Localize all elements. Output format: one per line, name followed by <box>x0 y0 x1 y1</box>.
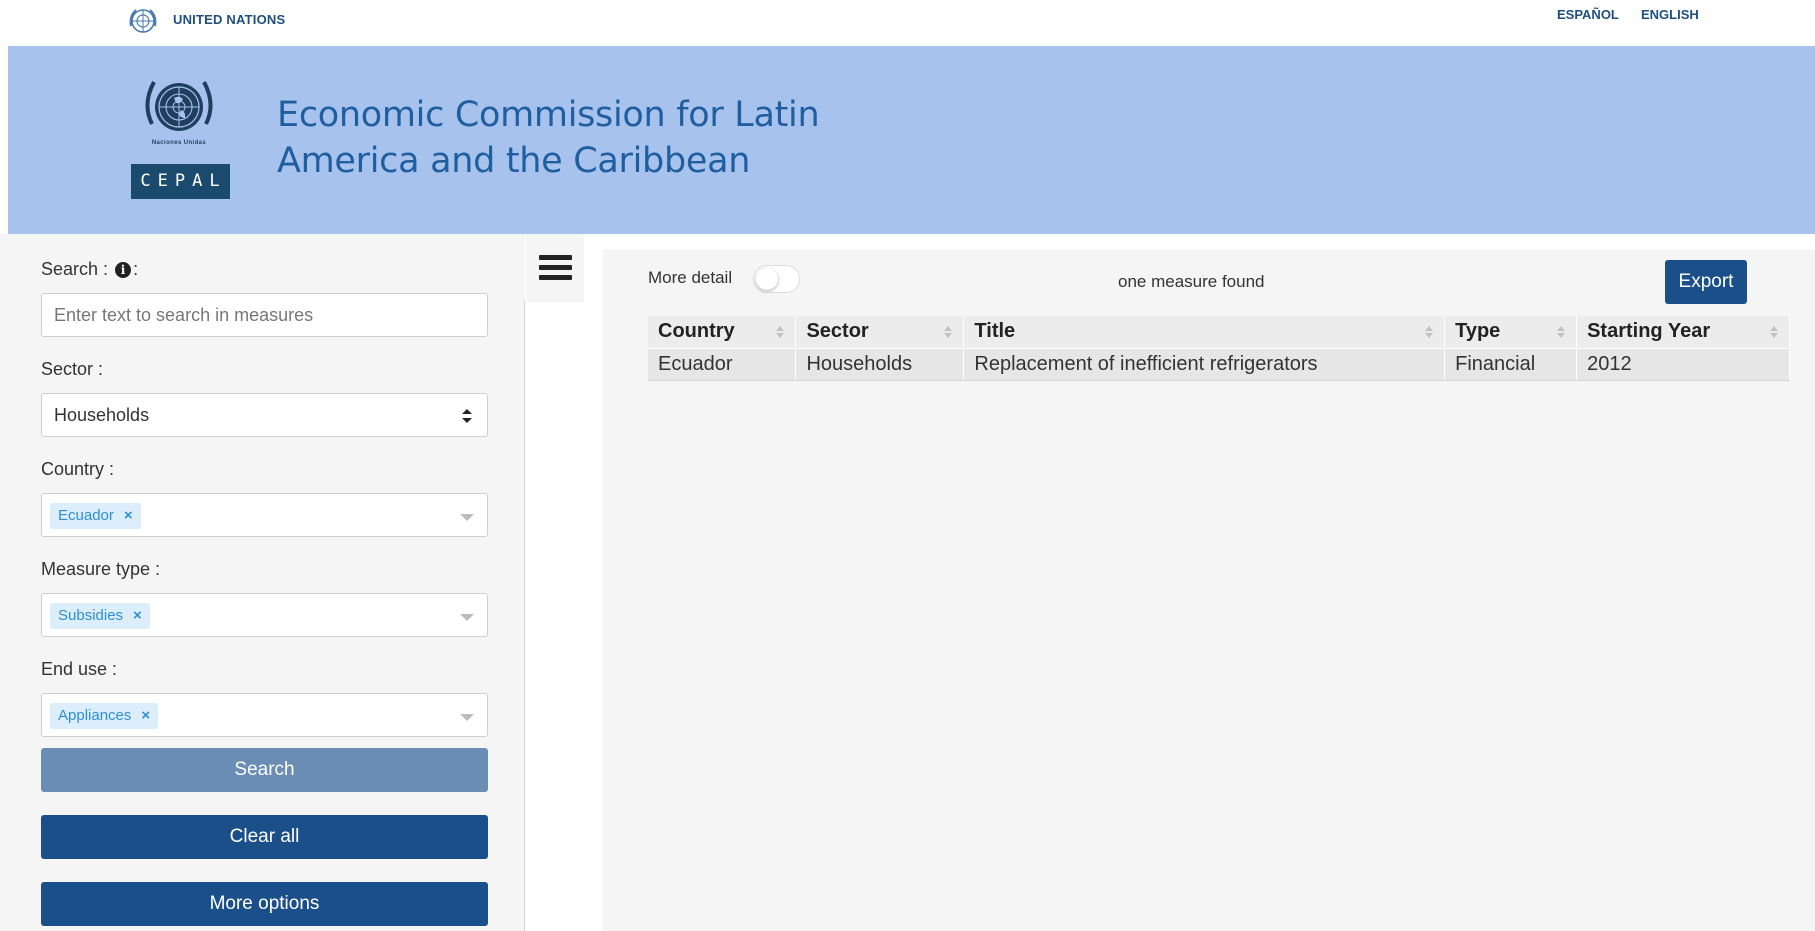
caret-down-icon[interactable] <box>460 714 474 721</box>
measure-type-label: Measure type : <box>41 559 161 579</box>
end-use-tag: Appliances × <box>50 703 159 729</box>
sort-icon[interactable] <box>775 324 785 340</box>
column-header-title[interactable]: Title <box>963 316 1446 348</box>
column-header-sector[interactable]: Sector <box>795 316 965 348</box>
table-header-row: Country Sector Title Type Starting Year <box>648 316 1790 348</box>
column-header-starting-year[interactable]: Starting Year <box>1576 316 1790 348</box>
cell-sector: Households <box>795 347 965 381</box>
page-title[interactable]: Economic Commission for Latin America an… <box>277 92 897 184</box>
result-count: one measure found <box>1118 272 1265 291</box>
end-use-multiselect[interactable]: Appliances × <box>41 693 488 737</box>
measure-type-multiselect[interactable]: Subsidies × <box>41 593 488 637</box>
more-detail-label: More detail <box>648 268 733 287</box>
cell-starting-year: 2012 <box>1576 347 1790 381</box>
column-header-country[interactable]: Country <box>648 316 797 348</box>
clear-all-button[interactable]: Clear all <box>41 815 488 859</box>
lang-english-link[interactable]: ENGLISH <box>1641 7 1699 22</box>
column-header-type[interactable]: Type <box>1444 316 1578 348</box>
un-emblem-icon <box>145 81 213 131</box>
country-multiselect[interactable]: Ecuador × <box>41 493 488 537</box>
hamburger-menu-icon[interactable] <box>539 255 572 281</box>
search-label: Search : i: <box>41 259 139 279</box>
sort-icon[interactable] <box>943 324 953 340</box>
un-emblem-icon <box>129 9 157 33</box>
cell-country: Ecuador <box>648 347 797 381</box>
remove-tag-icon[interactable]: × <box>124 503 133 529</box>
search-input[interactable] <box>42 294 487 336</box>
lang-espanol-link[interactable]: ESPAÑOL <box>1557 7 1619 22</box>
measure-type-tag: Subsidies × <box>50 603 150 629</box>
country-label: Country : <box>41 459 115 479</box>
toggle-knob <box>756 268 778 290</box>
remove-tag-icon[interactable]: × <box>133 603 142 629</box>
more-detail-toggle[interactable] <box>753 265 800 293</box>
sidebar-divider <box>524 300 525 931</box>
info-icon[interactable]: i <box>115 262 132 278</box>
more-options-button[interactable]: More options <box>41 882 488 926</box>
sector-select[interactable]: Households <box>41 393 488 437</box>
remove-tag-icon[interactable]: × <box>141 703 150 729</box>
sort-icon[interactable] <box>1769 324 1779 340</box>
search-field <box>41 293 488 337</box>
sector-selected-value: Households <box>54 405 150 425</box>
top-bar: UNITED NATIONS ESPAÑOL ENGLISH <box>0 0 1815 46</box>
sector-label: Sector : <box>41 359 104 379</box>
un-org-label[interactable]: UNITED NATIONS <box>173 12 285 27</box>
table-row[interactable]: Ecuador Households Replacement of ineffi… <box>648 347 1790 381</box>
caret-down-icon[interactable] <box>460 514 474 521</box>
sort-icon[interactable] <box>1424 324 1434 340</box>
end-use-label: End use : <box>41 659 118 679</box>
cell-type: Financial <box>1444 347 1578 381</box>
search-button[interactable]: Search <box>41 748 488 792</box>
country-tag: Ecuador × <box>50 503 141 529</box>
cell-title[interactable]: Replacement of inefficient refrigerators <box>963 347 1446 381</box>
sort-icon[interactable] <box>1556 324 1566 340</box>
emblem-caption: Naciones Unidas <box>151 140 207 146</box>
cepal-logo[interactable]: CEPAL <box>131 164 230 199</box>
caret-down-icon[interactable] <box>460 614 474 621</box>
results-table: Country Sector Title Type Starting Year <box>648 316 1790 381</box>
select-arrows-icon <box>462 409 472 423</box>
export-button[interactable]: Export <box>1665 260 1747 304</box>
